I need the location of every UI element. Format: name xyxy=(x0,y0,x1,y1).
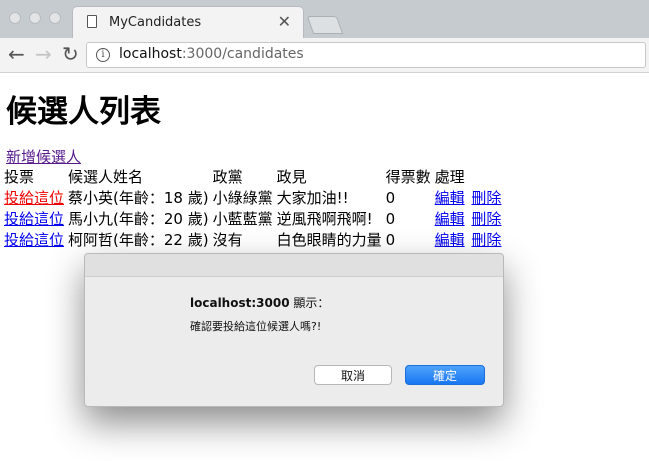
url-host: localhost xyxy=(119,46,182,62)
candidate-platform: 大家加油!! xyxy=(276,189,349,207)
reload-icon[interactable]: ↻ xyxy=(62,43,79,65)
delete-link[interactable]: 刪除 xyxy=(471,231,501,249)
page-title: 候選人列表 xyxy=(6,94,161,130)
dialog-message: 確認要投給這位候選人嗎?! xyxy=(190,320,322,333)
vote-link[interactable]: 投給這位 xyxy=(4,231,64,249)
column-header-actions: 處理 xyxy=(434,168,465,186)
candidate-party: 小藍藍黨 xyxy=(212,210,273,228)
table-row: 投給這位 馬小九(年齡：20 歲) 小藍藍黨 逆風飛啊飛啊! 0 編輯 刪除 xyxy=(2,209,505,230)
ok-button[interactable]: 確定 xyxy=(405,365,485,385)
close-window-button[interactable] xyxy=(9,12,21,24)
table-row: 投給這位 柯阿哲(年齡：22 歲) 沒有 白色眼睛的力量 0 編輯 刪除 xyxy=(2,230,505,251)
zoom-window-button[interactable] xyxy=(49,12,61,24)
cancel-button[interactable]: 取消 xyxy=(314,365,392,385)
table-header-row: 投票 候選人姓名 政黨 政見 得票數 處理 xyxy=(2,167,505,188)
confirm-dialog: localhost:3000 顯示： 確認要投給這位候選人嗎?! 取消 確定 xyxy=(84,253,504,407)
candidate-platform: 白色眼睛的力量 xyxy=(276,231,382,249)
candidate-votes: 0 xyxy=(385,189,396,207)
document-icon xyxy=(87,15,97,28)
candidate-party: 小綠綠黨 xyxy=(212,189,273,207)
candidate-name: 蔡小英(年齡：18 歲) xyxy=(68,189,209,207)
browser-toolbar: ← → ↻ i localhost:3000/candidates xyxy=(0,38,649,73)
new-tab-button[interactable] xyxy=(306,16,344,34)
candidates-table: 投票 候選人姓名 政黨 政見 得票數 處理 投給這位 蔡小英(年齡：18 歲) … xyxy=(2,167,505,251)
dialog-title: localhost:3000 顯示： xyxy=(190,294,329,311)
tab-title: MyCandidates xyxy=(109,15,202,30)
edit-link[interactable]: 編輯 xyxy=(435,231,465,249)
add-candidate-link[interactable]: 新增候選人 xyxy=(6,146,81,167)
candidate-name: 馬小九(年齡：20 歲) xyxy=(68,210,209,228)
candidate-votes: 0 xyxy=(385,210,396,228)
candidate-party: 沒有 xyxy=(212,231,243,249)
edit-link[interactable]: 編輯 xyxy=(435,189,465,207)
table-row: 投給這位 蔡小英(年齡：18 歲) 小綠綠黨 大家加油!! 0 編輯 刪除 xyxy=(2,188,505,209)
column-header-platform: 政見 xyxy=(276,168,307,186)
dialog-host: localhost:3000 xyxy=(190,296,290,310)
info-icon[interactable]: i xyxy=(96,48,110,62)
vote-link[interactable]: 投給這位 xyxy=(4,210,64,228)
page-content: 候選人列表 新增候選人 投票 候選人姓名 政黨 政見 得票數 處理 投給這位 蔡… xyxy=(4,72,646,251)
url-text: localhost:3000/candidates xyxy=(119,46,304,62)
browser-tab[interactable]: MyCandidates ✕ xyxy=(72,6,304,38)
column-header-name: 候選人姓名 xyxy=(68,168,144,186)
forward-arrow-icon[interactable]: → xyxy=(35,43,52,65)
dialog-titlebar xyxy=(85,254,503,277)
close-tab-icon[interactable]: ✕ xyxy=(278,12,291,31)
back-arrow-icon[interactable]: ← xyxy=(8,43,25,65)
column-header-party: 政黨 xyxy=(212,168,243,186)
delete-link[interactable]: 刪除 xyxy=(471,210,501,228)
dialog-title-suffix: 顯示： xyxy=(289,296,330,310)
browser-titlebar: MyCandidates ✕ xyxy=(0,0,649,38)
url-path: :3000/candidates xyxy=(181,46,304,62)
vote-link[interactable]: 投給這位 xyxy=(4,189,64,207)
candidate-platform: 逆風飛啊飛啊! xyxy=(276,210,373,228)
minimize-window-button[interactable] xyxy=(29,12,41,24)
delete-link[interactable]: 刪除 xyxy=(471,189,501,207)
edit-link[interactable]: 編輯 xyxy=(435,210,465,228)
candidate-votes: 0 xyxy=(385,231,396,249)
column-header-votes: 得票數 xyxy=(385,168,431,186)
candidate-name: 柯阿哲(年齡：22 歲) xyxy=(68,231,209,249)
column-header-vote: 投票 xyxy=(4,168,35,186)
address-bar[interactable]: i localhost:3000/candidates xyxy=(86,42,646,68)
